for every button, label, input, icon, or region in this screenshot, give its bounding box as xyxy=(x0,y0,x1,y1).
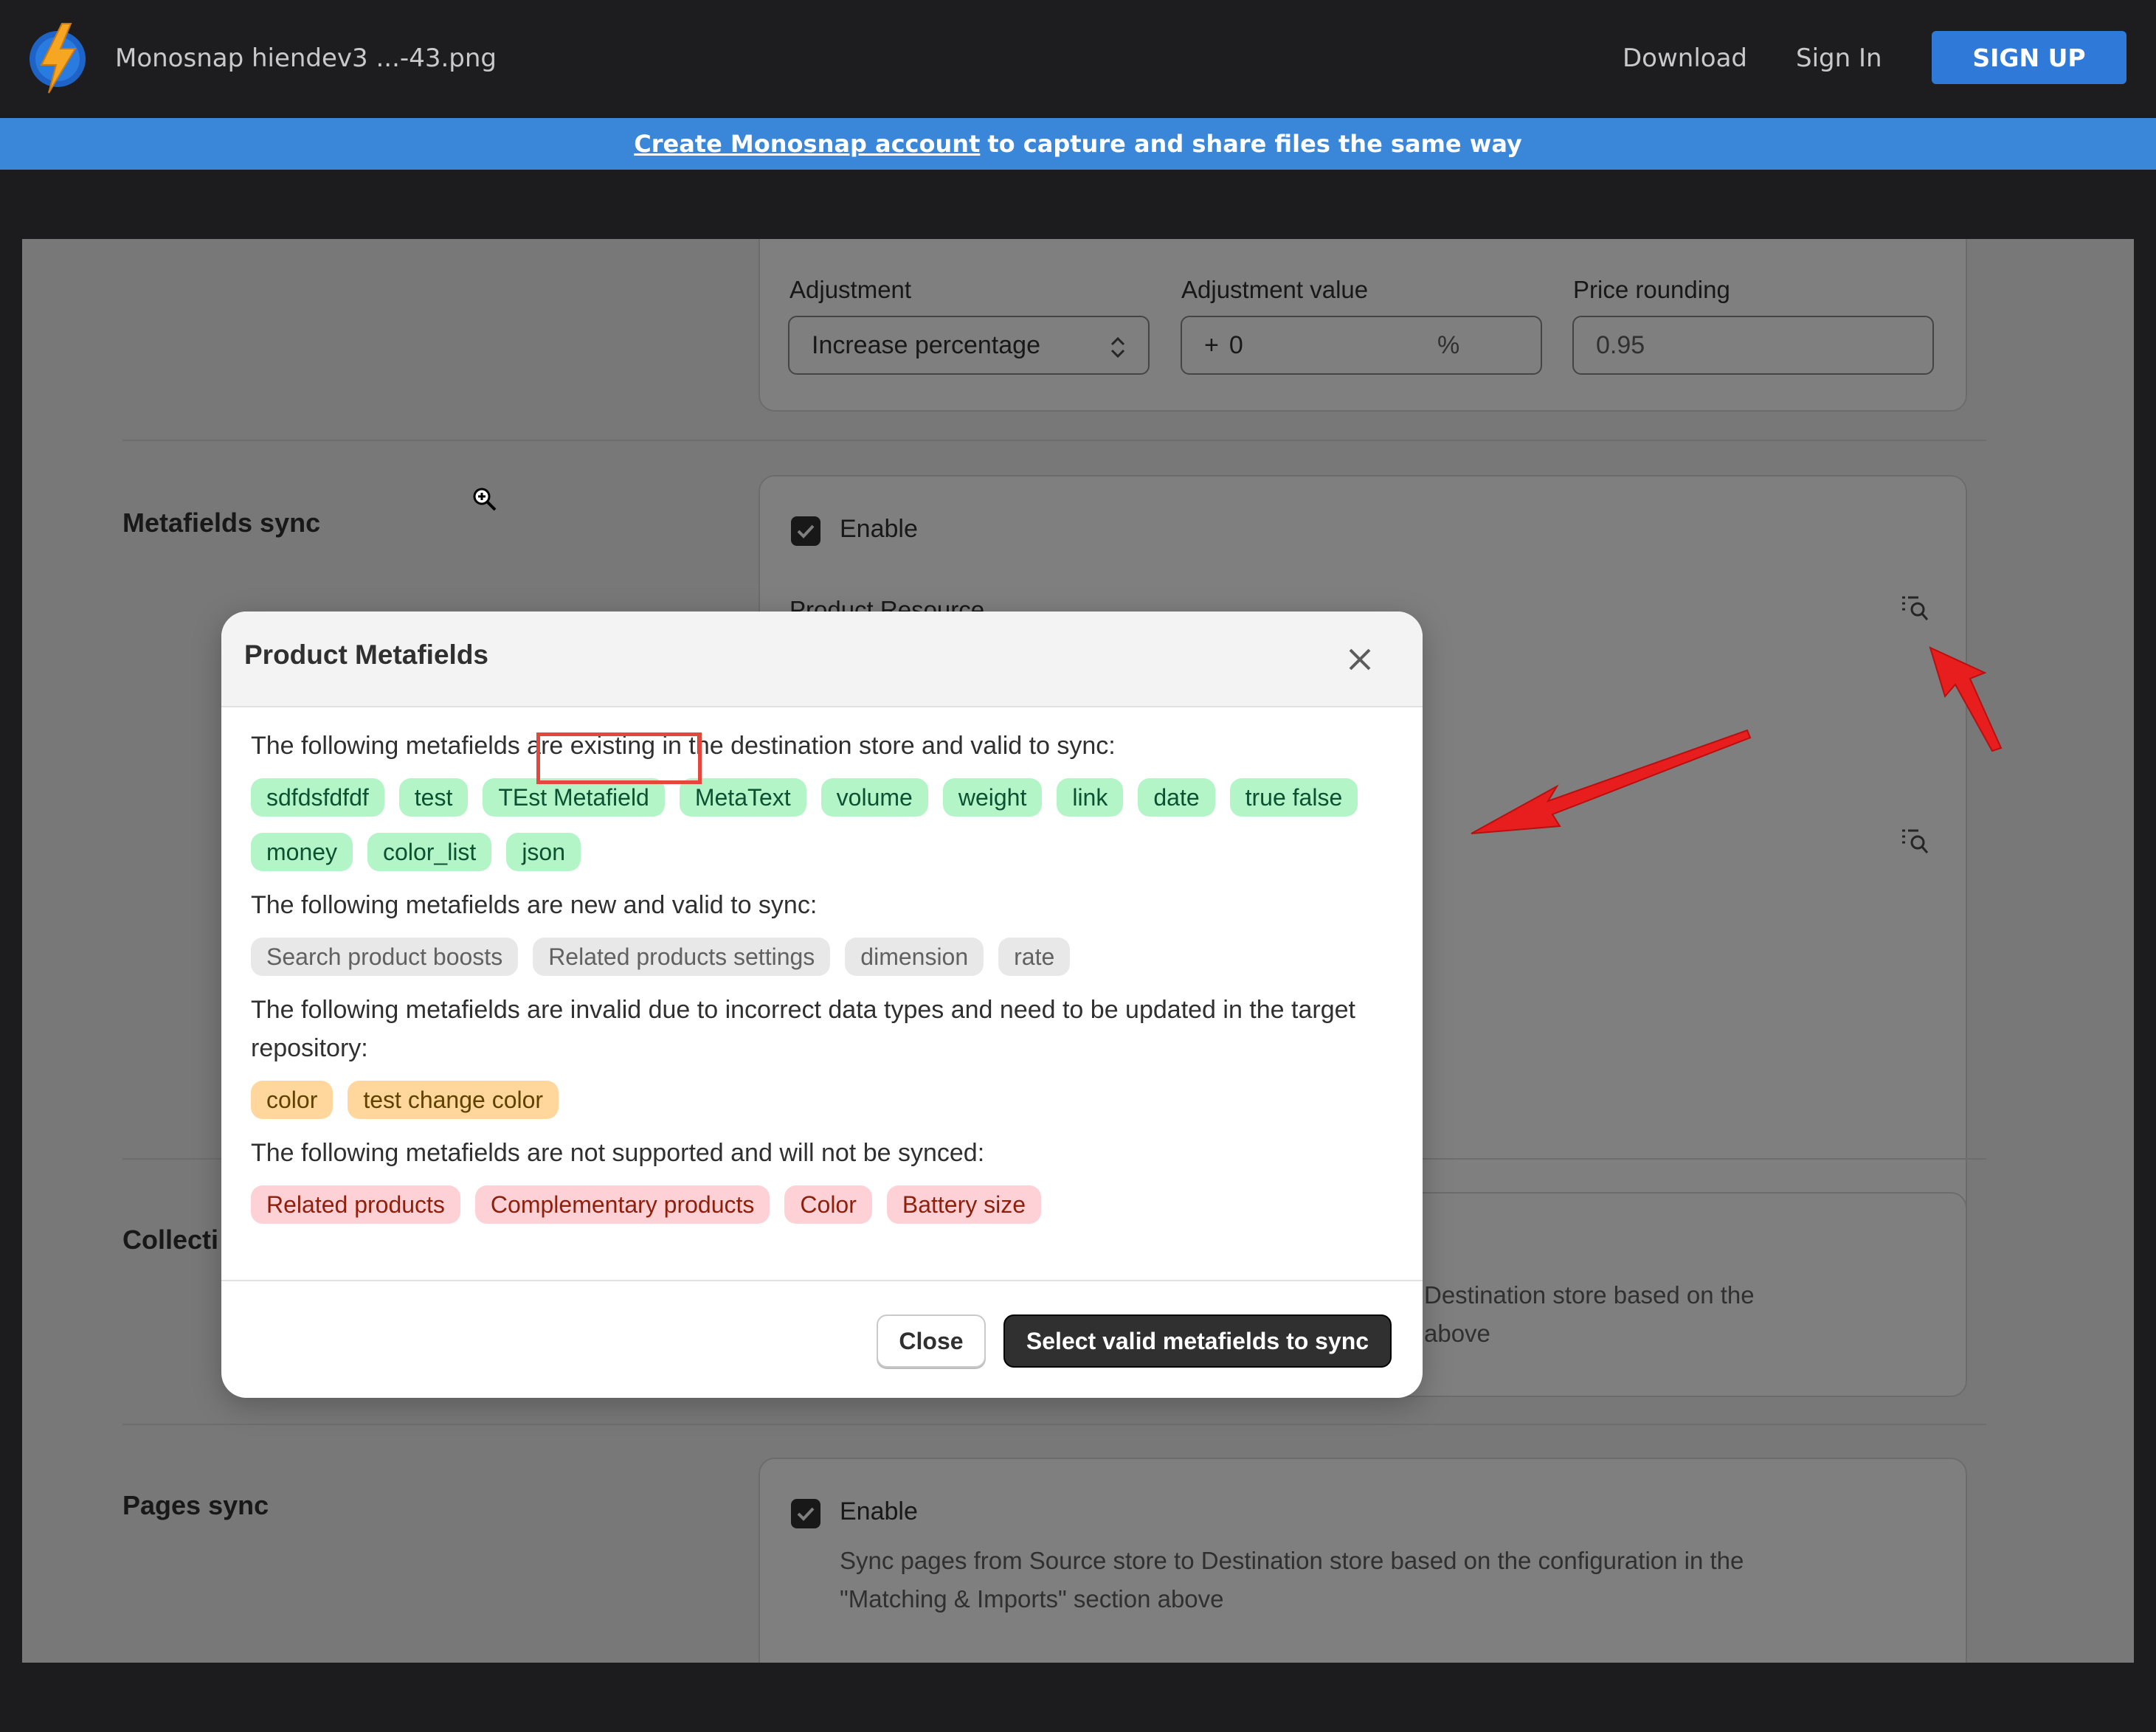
close-icon[interactable] xyxy=(1343,642,1377,676)
metafield-tag: money xyxy=(251,833,353,871)
new-metafields-tags: Search product boosts Related products se… xyxy=(251,938,1402,976)
banner-text: to capture and share files the same way xyxy=(987,130,1522,158)
metafield-tag: Related products settings xyxy=(533,938,831,976)
metafield-tag: sdfdsfdfdf xyxy=(251,778,384,817)
select-valid-metafields-button[interactable]: Select valid metafields to sync xyxy=(1003,1314,1392,1368)
metafield-tag: json xyxy=(506,833,581,871)
metafield-tag: Complementary products xyxy=(474,1185,770,1224)
modal-header: Product Metafields xyxy=(221,612,1423,707)
sign-in-link[interactable]: Sign In xyxy=(1796,40,1882,77)
monosnap-logo-icon[interactable] xyxy=(28,22,87,94)
metafield-tag: color xyxy=(251,1081,334,1119)
unsupported-metafields-tags: Related products Complementary products Co… xyxy=(251,1185,1402,1224)
metafield-tag: Related products xyxy=(251,1185,460,1224)
file-title: Monosnap hiendev3 ...-43.png xyxy=(115,44,497,73)
modal-title: Product Metafields xyxy=(244,640,488,670)
metafield-tag: volume xyxy=(820,778,928,817)
zoom-in-cursor-icon xyxy=(473,488,497,511)
metafield-tag: date xyxy=(1138,778,1215,817)
modal-body: The following metafields are existing in… xyxy=(251,727,1402,1239)
unsupported-metafields-desc: The following metafields are not support… xyxy=(251,1139,985,1167)
metafield-tag: weight xyxy=(942,778,1043,817)
existing-metafields-desc: The following metafields are existing in… xyxy=(251,732,1116,760)
metafield-tag: test xyxy=(398,778,469,817)
metafield-tag: test change color xyxy=(348,1081,559,1119)
metafield-tag: MetaText xyxy=(679,778,806,817)
metafield-tag: color_list xyxy=(367,833,492,871)
promo-banner: Create Monosnap account to capture and s… xyxy=(0,118,2156,170)
invalid-metafields-tags: color test change color xyxy=(251,1081,1402,1119)
metafield-tag: Color xyxy=(784,1185,872,1224)
close-button[interactable]: Close xyxy=(877,1314,986,1368)
metafield-tag: link xyxy=(1057,778,1124,817)
download-link[interactable]: Download xyxy=(1623,40,1747,77)
invalid-metafields-desc: The following metafields are invalid due… xyxy=(251,996,1355,1062)
sign-up-button[interactable]: SIGN UP xyxy=(1932,31,2126,84)
metafield-tag: true false xyxy=(1229,778,1358,817)
modal-footer: Close Select valid metafields to sync xyxy=(221,1280,1423,1398)
metafield-tag: Battery size xyxy=(886,1185,1042,1224)
top-bar: Monosnap hiendev3 ...-43.png Download Si… xyxy=(0,0,2156,117)
new-metafields-desc: The following metafields are new and val… xyxy=(251,891,818,919)
product-metafields-modal: Product Metafields The following metafie… xyxy=(221,612,1423,1398)
metafield-tag: Search product boosts xyxy=(251,938,519,976)
existing-metafields-tags: sdfdsfdfdf test TEst Metafield MetaText volu… xyxy=(251,778,1402,871)
metafield-tag: TEst Metafield xyxy=(483,778,665,817)
metafield-tag: rate xyxy=(998,938,1071,976)
metafield-tag: dimension xyxy=(845,938,984,976)
create-account-link[interactable]: Create Monosnap account xyxy=(634,130,980,158)
